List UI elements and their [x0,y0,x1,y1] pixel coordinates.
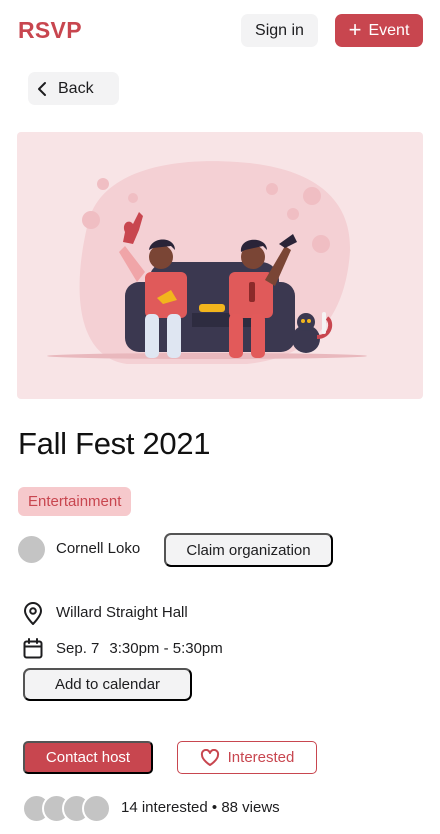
create-event-button[interactable]: + Event [335,14,423,47]
calendar-icon [23,638,43,659]
brand-logo[interactable]: RSVP [18,17,82,44]
contact-host-label: Contact host [45,749,131,766]
interest-stats: 14 interested • 88 views [121,799,280,816]
organizer-name[interactable]: Cornell Loko [56,540,140,557]
chevron-left-icon [38,81,46,96]
back-button[interactable]: Back [28,72,119,105]
category-tag[interactable]: Entertainment [18,487,132,516]
claim-organization-button[interactable]: Claim organization [164,533,333,567]
plus-icon: + [348,16,362,42]
back-label: Back [58,79,94,97]
contact-host-button[interactable]: Contact host [23,741,153,774]
event-hero-image [17,132,423,399]
add-to-calendar-label: Add to calendar [54,676,161,693]
organizer-avatar[interactable] [18,536,45,563]
event-location: Willard Straight Hall [56,604,188,621]
hero-illustration [47,161,367,364]
create-event-label: Event [368,21,410,39]
interested-button[interactable]: Interested [177,741,317,774]
interested-label: Interested [227,749,295,766]
top-nav: RSVP Sign in + Event [0,0,440,62]
event-datetime: Sep. 7 3:30pm - 5:30pm [56,640,223,657]
sign-in-label: Sign in [255,21,304,39]
attendee-avatars[interactable] [22,794,122,823]
map-pin-icon [24,602,42,625]
sign-in-button[interactable]: Sign in [241,14,318,47]
attendee-avatar [82,794,111,823]
add-to-calendar-button[interactable]: Add to calendar [23,668,192,701]
event-date: Sep. 7 [56,640,100,657]
event-title: Fall Fest 2021 [18,426,211,461]
event-time: 3:30pm - 5:30pm [109,640,223,657]
claim-organization-label: Claim organization [186,541,311,559]
heart-icon [200,748,219,766]
